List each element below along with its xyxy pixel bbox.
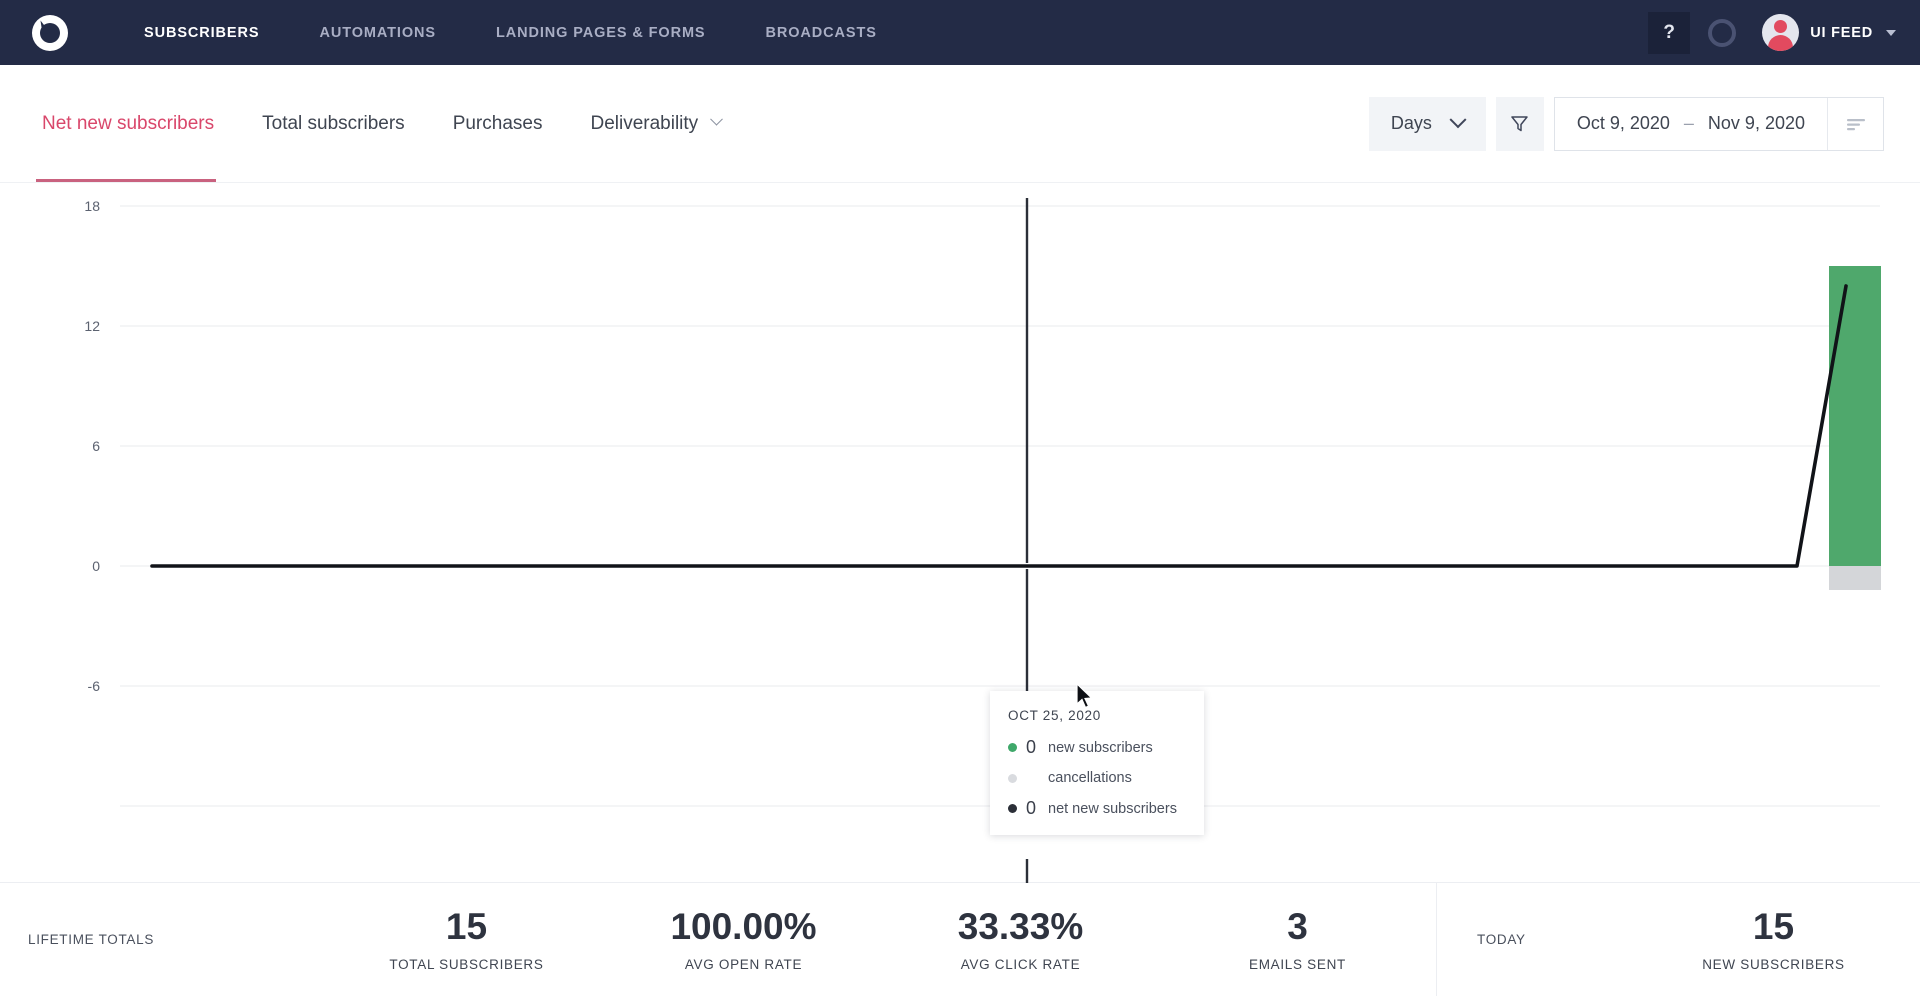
avatar [1762,14,1799,51]
lifetime-totals-group: LIFETIME TOTALS 15 TOTAL SUBSCRIBERS 100… [0,883,1437,996]
tooltip-date: OCT 25, 2020 [1008,708,1186,723]
filter-icon [1509,113,1530,134]
chevron-down-icon [710,113,723,126]
stat-total-subscribers: 15 TOTAL SUBSCRIBERS [328,907,605,972]
svg-text:12: 12 [84,318,100,334]
chart-y-axis: 18 12 6 0 -6 [84,198,100,694]
legend-dot-cancellations [1008,774,1017,783]
stat-avg-click-rate: 33.33% AVG CLICK RATE [882,907,1159,972]
date-range-input[interactable]: Oct 9, 2020 – Nov 9, 2020 [1555,98,1827,150]
tooltip-value: 0 [1026,798,1039,819]
chart-controls: Days Oct 9, 2020 – Nov 9, 2020 [1369,97,1884,151]
stat-label: AVG OPEN RATE [685,957,802,972]
stat-value: 15 [1753,907,1794,946]
nav-link-broadcasts[interactable]: BROADCASTS [736,25,907,41]
stat-avg-open-rate: 100.00% AVG OPEN RATE [605,907,882,972]
filter-button[interactable] [1496,97,1544,151]
stat-label: AVG CLICK RATE [961,957,1081,972]
today-totals-group: TODAY 15 NEW SUBSCRIBERS [1437,883,1920,996]
tooltip-value: 0 [1026,737,1039,758]
nav-right-group: ? UI FEED [1648,12,1896,54]
svg-text:0: 0 [92,558,100,574]
tooltip-row-cancellations: cancellations [1008,770,1186,786]
line-net-new-subscribers [152,286,1846,566]
svg-text:-6: -6 [88,678,101,694]
account-name: UI FEED [1810,25,1873,41]
chart-canvas: 18 12 6 0 -6 Oct 10, 2020 Oct 13, 2020 O… [0,183,1920,883]
stat-label: TOTAL SUBSCRIBERS [389,957,543,972]
tab-label: Total subscribers [262,113,405,135]
nav-link-subscribers[interactable]: SUBSCRIBERS [114,25,289,41]
summary-stats-bar: LIFETIME TOTALS 15 TOTAL SUBSCRIBERS 100… [0,882,1920,996]
tab-net-new-subscribers[interactable]: Net new subscribers [36,65,238,182]
stat-value: 33.33% [958,907,1084,946]
nav-link-automations[interactable]: AUTOMATIONS [289,25,466,41]
date-range-picker: Oct 9, 2020 – Nov 9, 2020 [1554,97,1884,151]
chart-tooltip: OCT 25, 2020 0 new subscribers cancellat… [990,691,1204,835]
stat-label: NEW SUBSCRIBERS [1702,957,1845,972]
mouse-cursor [1075,683,1095,711]
tooltip-label: cancellations [1048,770,1132,786]
tooltip-row-new-subscribers: 0 new subscribers [1008,737,1186,758]
tab-label: Net new subscribers [42,113,214,135]
tooltip-label: new subscribers [1048,740,1153,756]
help-icon[interactable]: ? [1648,12,1690,54]
primary-nav-links: SUBSCRIBERS AUTOMATIONS LANDING PAGES & … [114,25,907,41]
list-lines-icon [1845,116,1867,132]
chevron-down-icon [1886,30,1896,36]
notifications-ring-icon[interactable] [1708,19,1736,47]
stat-value: 100.00% [670,907,816,946]
legend-dot-net-new-subscribers [1008,804,1017,813]
date-range-separator: – [1684,113,1694,134]
svg-text:18: 18 [84,198,100,214]
account-menu[interactable]: UI FEED [1762,14,1896,51]
stat-value: 15 [446,907,487,946]
analytics-tabs: Net new subscribers Total subscribers Pu… [36,65,745,182]
stat-emails-sent: 3 EMAILS SENT [1159,907,1436,972]
tab-label: Deliverability [590,113,698,135]
granularity-dropdown[interactable]: Days [1369,97,1486,151]
tooltip-label: net new subscribers [1048,801,1177,817]
svg-text:6: 6 [92,438,100,454]
date-range-end: Nov 9, 2020 [1708,113,1805,134]
tab-total-subscribers[interactable]: Total subscribers [238,65,429,182]
nav-link-landing-pages-forms[interactable]: LANDING PAGES & FORMS [466,25,736,41]
stat-new-subscribers-today: 15 NEW SUBSCRIBERS [1627,907,1920,972]
granularity-label: Days [1391,113,1432,134]
today-caption: TODAY [1477,932,1627,947]
top-navigation-bar: SUBSCRIBERS AUTOMATIONS LANDING PAGES & … [0,0,1920,65]
bar-cancellations [1829,566,1881,590]
tab-purchases[interactable]: Purchases [429,65,567,182]
lifetime-totals-caption: LIFETIME TOTALS [28,932,328,947]
bar-new-subscribers [1829,266,1881,566]
analytics-tab-bar: Net new subscribers Total subscribers Pu… [0,65,1920,182]
tab-label: Purchases [453,113,543,135]
tooltip-row-net-new-subscribers: 0 net new subscribers [1008,798,1186,819]
net-new-subscribers-chart[interactable]: 18 12 6 0 -6 Oct 10, 2020 Oct 13, 2020 O… [0,182,1920,882]
stat-value: 3 [1287,907,1308,946]
convertkit-logo[interactable] [28,11,72,55]
chevron-down-icon [1449,111,1466,128]
legend-dot-new-subscribers [1008,743,1017,752]
stat-label: EMAILS SENT [1249,957,1346,972]
tab-deliverability[interactable]: Deliverability [566,65,745,182]
date-presets-button[interactable] [1827,98,1883,150]
date-range-start: Oct 9, 2020 [1577,113,1670,134]
